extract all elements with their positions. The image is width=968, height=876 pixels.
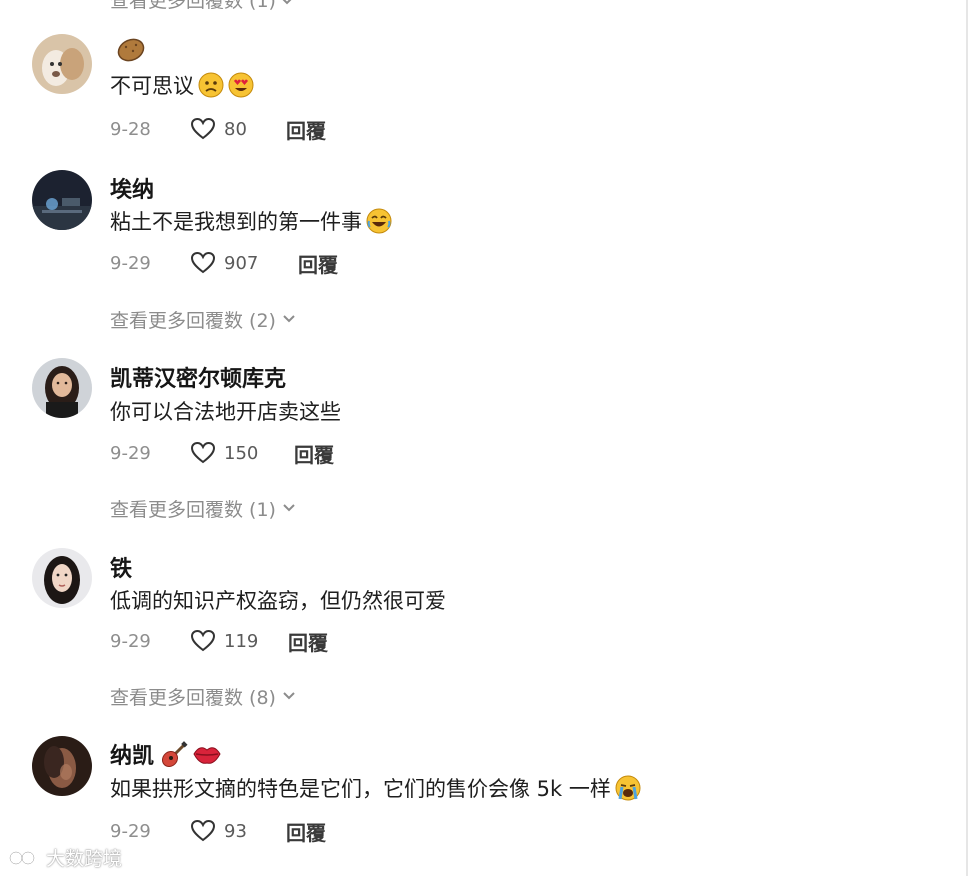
like-button[interactable]: 907 — [190, 251, 298, 275]
frowning-face-emoji — [198, 72, 224, 98]
potato-emoji — [116, 37, 145, 63]
view-more-replies-label: 查看更多回覆数 (8) — [110, 686, 276, 709]
view-more-replies-top[interactable]: 查看更多回覆数 (1) — [110, 0, 294, 13]
reply-button[interactable]: 回覆 — [288, 627, 328, 656]
like-button[interactable]: 119 — [190, 629, 288, 653]
comment-text: 不可思议 — [110, 70, 254, 100]
comment-text: 粘土不是我想到的第一件事 — [110, 206, 392, 236]
reply-button[interactable]: 回覆 — [286, 115, 326, 144]
chevron-down-icon — [283, 504, 295, 512]
view-more-replies-label: 查看更多回覆数 (2) — [110, 309, 276, 332]
comment-date: 9-29 — [110, 820, 151, 842]
watermark-text: 大数跨境 — [46, 848, 123, 870]
comment-username[interactable] — [110, 34, 145, 66]
watermark-logo-icon — [9, 850, 35, 865]
crying-face-emoji — [615, 775, 641, 801]
comment-username[interactable]: 纳凯 — [110, 738, 221, 770]
avatar[interactable] — [32, 34, 92, 94]
comment-date: 9-29 — [110, 442, 151, 464]
watermark: 大数跨境 — [8, 844, 122, 871]
like-count: 150 — [224, 442, 259, 464]
reply-button[interactable]: 回覆 — [298, 249, 338, 278]
heart-eyes-emoji — [228, 72, 254, 98]
comment-text-content: 不可思议 — [110, 74, 194, 98]
comment-section: 查看更多回覆数 (1) 不可思议 9-28 80 回覆 埃纳 粘土不是我想到的第… — [0, 0, 968, 876]
comment-meta: 9-29 93 回覆 — [110, 816, 326, 846]
comment-meta: 9-29 150 回覆 — [110, 438, 334, 468]
comment-username-text: 埃纳 — [110, 178, 155, 203]
avatar[interactable] — [32, 736, 92, 796]
view-more-replies-label: 查看更多回覆数 (1) — [110, 498, 276, 521]
comment-text-content: 粘土不是我想到的第一件事 — [110, 210, 362, 234]
comment-text-content: 低调的知识产权盗窃，但仍然很可爱 — [110, 589, 446, 613]
laughing-face-emoji — [366, 208, 392, 234]
comment-text-content: 你可以合法地开店卖这些 — [110, 400, 341, 424]
heart-icon — [190, 441, 216, 464]
heart-icon — [190, 819, 216, 842]
comment-date: 9-28 — [110, 118, 151, 140]
comment-text: 你可以合法地开店卖这些 — [110, 396, 341, 426]
avatar[interactable] — [32, 170, 92, 230]
view-more-replies[interactable]: 查看更多回覆数 (8) — [110, 682, 296, 710]
comment-date: 9-29 — [110, 630, 151, 652]
like-button[interactable]: 150 — [190, 441, 294, 465]
comment-username[interactable]: 铁 — [110, 551, 132, 583]
view-more-replies[interactable]: 查看更多回覆数 (1) — [110, 494, 296, 522]
chevron-down-icon — [283, 315, 295, 323]
lips-emoji — [192, 741, 221, 767]
comment-username[interactable]: 凯蒂汉密尔顿库克 — [110, 361, 286, 393]
like-button[interactable]: 93 — [190, 819, 286, 843]
comment-meta: 9-28 80 回覆 — [110, 114, 326, 144]
view-more-replies[interactable]: 查看更多回覆数 (2) — [110, 305, 296, 333]
heart-icon — [190, 251, 216, 274]
comment-text: 如果拱形文摘的特色是它们，它们的售价会像 5k 一样 — [110, 773, 641, 803]
reply-button[interactable]: 回覆 — [294, 439, 334, 468]
like-button[interactable]: 80 — [190, 117, 286, 141]
avatar[interactable] — [32, 548, 92, 608]
comment-username[interactable]: 埃纳 — [110, 172, 154, 204]
like-count: 907 — [224, 252, 259, 274]
chevron-down-icon — [283, 692, 295, 700]
like-count: 93 — [224, 820, 247, 842]
comment-username-text: 凯蒂汉密尔顿库克 — [110, 367, 287, 392]
heart-icon — [190, 117, 216, 140]
like-count: 80 — [224, 118, 247, 140]
reply-button[interactable]: 回覆 — [286, 817, 326, 846]
comment-username-text: 纳凯 — [110, 744, 155, 769]
chevron-down-icon — [280, 0, 294, 11]
comment-text-content: 如果拱形文摘的特色是它们，它们的售价会像 5k 一样 — [110, 777, 611, 801]
heart-icon — [190, 629, 216, 652]
guitar-emoji — [160, 741, 188, 768]
view-more-replies-label: 查看更多回覆数 (1) — [110, 0, 276, 12]
comment-text: 低调的知识产权盗窃，但仍然很可爱 — [110, 585, 446, 615]
comment-meta: 9-29 119 回覆 — [110, 626, 328, 656]
like-count: 119 — [224, 630, 259, 652]
comment-username-text: 铁 — [110, 557, 133, 582]
comment-meta: 9-29 907 回覆 — [110, 248, 338, 278]
avatar[interactable] — [32, 358, 92, 418]
comment-date: 9-29 — [110, 252, 151, 274]
